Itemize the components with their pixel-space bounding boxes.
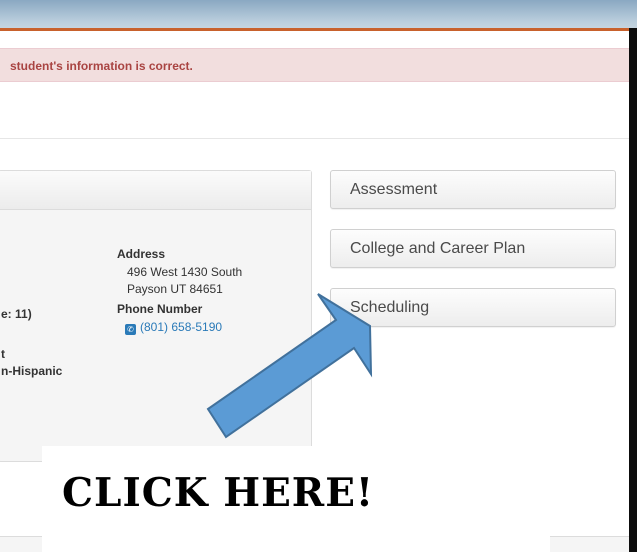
arrow-icon <box>206 293 373 439</box>
arrow-shape <box>206 293 373 439</box>
